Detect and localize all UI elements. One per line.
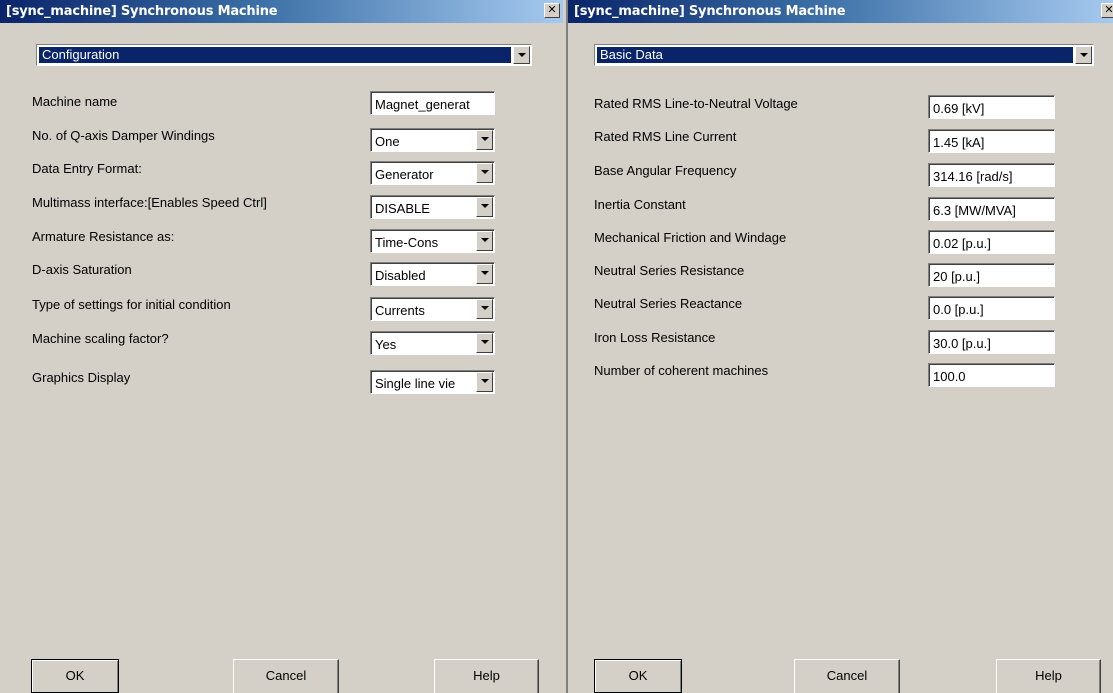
window-title: [sync_machine] Synchronous Machine (6, 4, 278, 19)
multimass-select[interactable]: DISABLE (370, 195, 495, 219)
category-select[interactable]: Configuration (36, 44, 532, 66)
chevron-down-icon[interactable] (476, 264, 493, 284)
param-label-machine-name: Machine name (32, 94, 118, 109)
chevron-down-icon[interactable] (1075, 46, 1092, 64)
d-axis-saturation-select[interactable]: Disabled (370, 262, 495, 286)
scaling-factor-select[interactable]: Yes (370, 331, 495, 355)
close-icon[interactable]: ✕ (1101, 3, 1113, 18)
close-icon[interactable]: ✕ (544, 3, 560, 18)
category-value: Basic Data (597, 47, 1073, 63)
ok-button[interactable]: OK (594, 659, 682, 693)
chevron-down-icon[interactable] (476, 333, 493, 353)
param-label-coherent-machines: Number of coherent machines (594, 363, 769, 378)
param-label-multimass: Multimass interface:[Enables Speed Ctrl] (32, 195, 267, 210)
param-label-rated-current: Rated RMS Line Current (594, 129, 737, 144)
chevron-down-icon[interactable] (476, 299, 493, 319)
param-label-friction-windage: Mechanical Friction and Windage (594, 230, 787, 245)
select-value: Disabled (375, 268, 426, 283)
param-label-armature-resistance: Armature Resistance as: (32, 229, 175, 244)
cancel-button[interactable]: Cancel (794, 659, 900, 693)
config-dialog: [sync_machine] Synchronous Machine ✕ Con… (0, 0, 563, 693)
chevron-down-icon[interactable] (476, 130, 493, 150)
param-label-rated-voltage: Rated RMS Line-to-Neutral Voltage (594, 96, 798, 111)
ok-button[interactable]: OK (31, 659, 119, 693)
select-value: One (375, 134, 400, 149)
select-value: DISABLE (375, 201, 430, 216)
coherent-machines-field[interactable]: 100.0 (928, 363, 1055, 387)
basic-data-dialog: [sync_machine] Synchronous Machine ✕ Bas… (566, 0, 1113, 693)
field-value: 0.69 [kV] (933, 101, 985, 116)
iron-loss-field[interactable]: 30.0 [p.u.] (928, 330, 1055, 354)
select-value: Generator (375, 167, 434, 182)
chevron-down-icon[interactable] (476, 163, 493, 183)
chevron-down-icon[interactable] (476, 372, 493, 392)
field-value: 30.0 [p.u.] (933, 336, 991, 351)
friction-windage-field[interactable]: 0.02 [p.u.] (928, 230, 1055, 254)
chevron-down-icon[interactable] (476, 197, 493, 217)
field-value: Magnet_generat (375, 97, 470, 112)
select-value: Single line vie (375, 376, 456, 391)
machine-name-field[interactable]: Magnet_generat (370, 91, 495, 115)
rated-voltage-field[interactable]: 0.69 [kV] (928, 95, 1055, 119)
q-axis-damper-select[interactable]: One (370, 128, 495, 152)
param-label-inertia-constant: Inertia Constant (594, 197, 686, 212)
param-label-q-axis-damper: No. of Q-axis Damper Windings (32, 128, 215, 143)
param-label-d-axis-saturation: D-axis Saturation (32, 262, 132, 277)
graphics-display-select[interactable]: Single line vie (370, 370, 495, 394)
field-value: 100.0 (933, 369, 966, 384)
title-bar[interactable]: [sync_machine] Synchronous Machine ✕ (0, 0, 563, 23)
field-value: 0.02 [p.u.] (933, 236, 991, 251)
param-label-graphics-display: Graphics Display (32, 370, 131, 385)
neutral-reactance-field[interactable]: 0.0 [p.u.] (928, 296, 1055, 320)
initial-condition-select[interactable]: Currents (370, 297, 495, 321)
param-label-initial-condition: Type of settings for initial condition (32, 297, 231, 312)
select-value: Currents (375, 303, 425, 318)
armature-resistance-select[interactable]: Time-Cons (370, 229, 495, 253)
param-label-data-entry-format: Data Entry Format: (32, 161, 142, 176)
title-bar[interactable]: [sync_machine] Synchronous Machine ✕ (568, 0, 1113, 23)
data-entry-format-select[interactable]: Generator (370, 161, 495, 185)
inertia-constant-field[interactable]: 6.3 [MW/MVA] (928, 197, 1055, 221)
window-title: [sync_machine] Synchronous Machine (574, 4, 846, 19)
chevron-down-icon[interactable] (513, 46, 530, 64)
cancel-button[interactable]: Cancel (233, 659, 339, 693)
select-value: Yes (375, 337, 397, 352)
category-select[interactable]: Basic Data (594, 44, 1094, 66)
category-value: Configuration (39, 47, 511, 63)
field-value: 6.3 [MW/MVA] (933, 203, 1016, 218)
select-value: Time-Cons (375, 235, 439, 250)
param-label-iron-loss: Iron Loss Resistance (594, 330, 716, 345)
param-label-angular-frequency: Base Angular Frequency (594, 163, 737, 178)
rated-current-field[interactable]: 1.45 [kA] (928, 129, 1055, 153)
help-button[interactable]: Help (434, 659, 539, 693)
param-label-scaling-factor: Machine scaling factor? (32, 331, 169, 346)
chevron-down-icon[interactable] (476, 231, 493, 251)
help-button[interactable]: Help (996, 659, 1101, 693)
field-value: 314.16 [rad/s] (933, 169, 1013, 184)
field-value: 20 [p.u.] (933, 269, 980, 284)
param-label-neutral-resistance: Neutral Series Resistance (594, 263, 745, 278)
field-value: 1.45 [kA] (933, 135, 985, 150)
param-label-neutral-reactance: Neutral Series Reactance (594, 296, 743, 311)
angular-frequency-field[interactable]: 314.16 [rad/s] (928, 163, 1055, 187)
field-value: 0.0 [p.u.] (933, 302, 984, 317)
neutral-resistance-field[interactable]: 20 [p.u.] (928, 263, 1055, 287)
